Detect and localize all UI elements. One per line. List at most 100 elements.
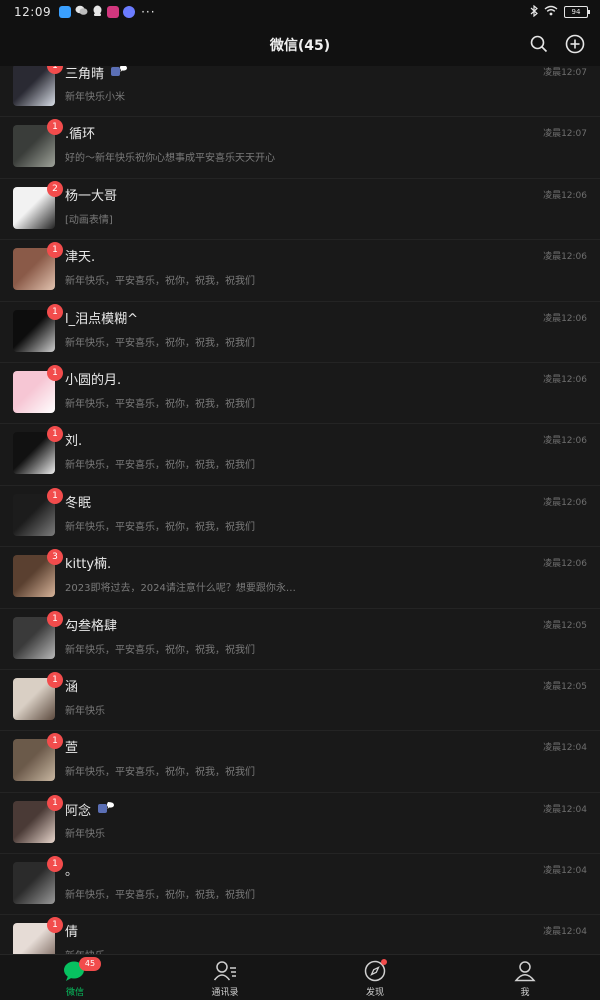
chat-preview: 好的～新年快乐祝你心想事成平安喜乐天天开心	[65, 153, 275, 165]
chat-row[interactable]: 1 津天. 新年快乐，平安喜乐，祝你，祝我，祝我们 凌晨12:06	[0, 240, 600, 302]
chat-row[interactable]: 1 萱新年快乐，平安喜乐，祝你，祝我，祝我们 凌晨12:04	[0, 731, 600, 793]
avatar-wrap: 1	[13, 733, 63, 782]
chat-name-row: 冬眠	[65, 494, 600, 514]
tab-me[interactable]: 我	[450, 955, 600, 1000]
chat-row[interactable]: 1。新年快乐，平安喜乐，祝你，祝我，祝我们 凌晨12:04	[0, 854, 600, 916]
chat-preview: 新年快乐，平安喜乐，祝你，祝我，祝我们	[65, 890, 255, 902]
chat-name: 刘.	[65, 434, 83, 450]
chat-preview: 新年快乐，平安喜乐，祝你，祝我，祝我们	[65, 460, 255, 472]
unread-badge: 1	[47, 426, 63, 443]
chat-name-row: l_泪点模糊^	[65, 310, 600, 330]
chat-timestamp: 凌晨12:04	[543, 927, 587, 938]
chat-row[interactable]: 1 小圆的月. 新年快乐，平安喜乐，祝你，祝我，祝我们 凌晨12:06	[0, 363, 600, 425]
chat-preview: 新年快乐	[65, 705, 105, 717]
avatar-wrap: 2	[13, 180, 63, 229]
top-nav-bar: 微信(45)	[0, 24, 600, 66]
unread-badge: 1	[47, 671, 63, 688]
unread-badge: 1	[47, 733, 63, 750]
avatar-wrap: 1	[13, 917, 63, 954]
chat-row[interactable]: 1 三角晴 新年快乐小米 凌晨12:07	[0, 66, 600, 118]
chat-row[interactable]: 1 刘. 新年快乐，平安喜乐，祝你，祝我，祝我们 凌晨12:06	[0, 424, 600, 486]
chat-list[interactable]: 1 三角晴 新年快乐小米 凌晨12:07 1 .循环 好的～新年快乐祝你心想事成平安喜乐天天…	[0, 66, 600, 954]
avatar	[13, 66, 55, 106]
status-bar-left: 12:09 ···	[0, 5, 156, 20]
chat-name-row: 小圆的月.	[65, 371, 600, 391]
chat-name: 倩	[65, 925, 79, 941]
app2-notification-icon	[107, 6, 120, 18]
chat-body: kitty楠. 2023即将过去，2024请注意什么呢？想要跟你永…	[65, 547, 600, 594]
tab-discover-label: 发现	[365, 988, 384, 998]
qq-notification-icon	[92, 5, 103, 20]
chat-name: 杨一大哥	[65, 188, 118, 204]
chat-timestamp: 凌晨12:06	[543, 374, 587, 385]
chat-timestamp: 凌晨12:05	[543, 620, 587, 631]
chat-timestamp: 凌晨12:06	[543, 190, 587, 201]
bluetooth-icon	[530, 4, 538, 20]
chat-row[interactable]: 1 冬眠 新年快乐，平安喜乐，祝你，祝我，祝我们 凌晨12:06	[0, 486, 600, 548]
chat-timestamp: 凌晨12:04	[543, 743, 587, 754]
chat-name: 。	[65, 864, 79, 880]
chat-row[interactable]: 1 l_泪点模糊^ 新年快乐，平安喜乐，祝你，祝我，祝我们 凌晨12:06	[0, 302, 600, 363]
chat-name-row: 刘.	[65, 432, 600, 452]
unread-badge: 1	[47, 856, 63, 873]
chat-preview: 新年快乐小米	[65, 92, 125, 103]
chat-row[interactable]: 1 阿念 新年快乐 凌晨12:04	[0, 793, 600, 855]
avatar-wrap: 3	[13, 549, 63, 598]
tab-discover[interactable]: 发现	[300, 955, 450, 1000]
avatar-wrap: 1	[13, 303, 63, 352]
status-emoji-icon	[110, 66, 128, 85]
chat-timestamp: 凌晨12:06	[543, 436, 587, 447]
chat-body: 冬眠 新年快乐，平安喜乐，祝你，祝我，祝我们	[65, 486, 600, 533]
chat-body: 三角晴 新年快乐小米	[65, 66, 600, 103]
chat-body: .循环 好的～新年快乐祝你心想事成平安喜乐天天开心	[65, 117, 600, 164]
add-button[interactable]	[564, 33, 586, 55]
unread-badge: 1	[47, 610, 63, 627]
chat-row[interactable]: 1 涵新年快乐 凌晨12:05	[0, 670, 600, 732]
chat-preview: 新年快乐，平安喜乐，祝你，祝我，祝我们	[65, 398, 255, 410]
more-notifications-icon: ···	[141, 5, 156, 19]
search-button[interactable]	[528, 33, 550, 55]
tab-discover-dot	[381, 959, 387, 965]
bottom-tab-bar: 45 微信 通讯录 发现 我	[0, 954, 600, 1000]
unread-badge: 1	[47, 242, 63, 259]
chat-row[interactable]: 1 勾叁格肆 新年快乐，平安喜乐，祝你，祝我，祝我们 凌晨12:05	[0, 609, 600, 670]
chat-body: 津天. 新年快乐，平安喜乐，祝你，祝我，祝我们	[65, 240, 600, 287]
chat-body: 刘. 新年快乐，平安喜乐，祝你，祝我，祝我们	[65, 424, 600, 471]
chat-timestamp: 凌晨12:07	[543, 68, 587, 78]
chat-body: l_泪点模糊^ 新年快乐，平安喜乐，祝你，祝我，祝我们	[65, 302, 600, 349]
chat-preview: 新年快乐，平安喜乐，祝你，祝我，祝我们	[65, 767, 255, 779]
avatar-wrap: 1	[13, 794, 63, 843]
chat-timestamp: 凌晨12:06	[543, 252, 587, 263]
chat-preview: 新年快乐，平安喜乐，祝你，祝我，祝我们	[65, 276, 255, 288]
chat-body: 。新年快乐，平安喜乐，祝你，祝我，祝我们	[65, 854, 600, 901]
tab-contacts[interactable]: 通讯录	[150, 955, 300, 1000]
avatar-wrap: 1	[13, 671, 63, 720]
tab-me-label: 我	[520, 988, 530, 998]
chat-preview: 新年快乐，平安喜乐，祝你，祝我，祝我们	[65, 644, 255, 656]
status-time: 12:09	[14, 5, 52, 19]
app3-notification-icon	[123, 6, 136, 18]
unread-badge: 1	[47, 119, 63, 136]
chat-timestamp: 凌晨12:04	[543, 866, 587, 877]
chat-row[interactable]: 3 kitty楠. 2023即将过去，2024请注意什么呢？想要跟你永… 凌晨12:0…	[0, 547, 600, 609]
avatar-wrap: 1	[13, 364, 63, 413]
chat-timestamp: 凌晨12:06	[543, 497, 587, 508]
chat-name-row: 杨一大哥	[65, 187, 600, 207]
chat-row[interactable]: 1倩新年快乐凌晨12:04	[0, 915, 600, 954]
chat-body: 勾叁格肆 新年快乐，平安喜乐，祝你，祝我，祝我们	[65, 609, 600, 656]
chat-name-row: 津天.	[65, 248, 600, 268]
chat-name-row: 。	[65, 862, 600, 882]
header-actions	[528, 33, 586, 55]
status-bar-right: 94	[530, 4, 600, 20]
chat-name-row: kitty楠.	[65, 555, 600, 575]
chat-timestamp: 凌晨12:05	[543, 681, 587, 692]
battery-indicator: 94	[564, 6, 590, 18]
chat-body: 萱新年快乐，平安喜乐，祝你，祝我，祝我们	[65, 731, 600, 778]
chat-row[interactable]: 1 .循环 好的～新年快乐祝你心想事成平安喜乐天天开心 凌晨12:07	[0, 117, 600, 179]
chat-timestamp: 凌晨12:06	[543, 559, 587, 570]
tab-chats[interactable]: 45 微信	[0, 955, 150, 1000]
chat-timestamp: 凌晨12:06	[543, 313, 587, 324]
chat-name: 小圆的月.	[65, 372, 122, 388]
chat-row[interactable]: 2 杨一大哥 [动画表情] 凌晨12:06	[0, 179, 600, 241]
chat-list-inner: 1 三角晴 新年快乐小米 凌晨12:07 1 .循环 好的～新年快乐祝你心想事成平安喜乐天天…	[0, 66, 600, 954]
